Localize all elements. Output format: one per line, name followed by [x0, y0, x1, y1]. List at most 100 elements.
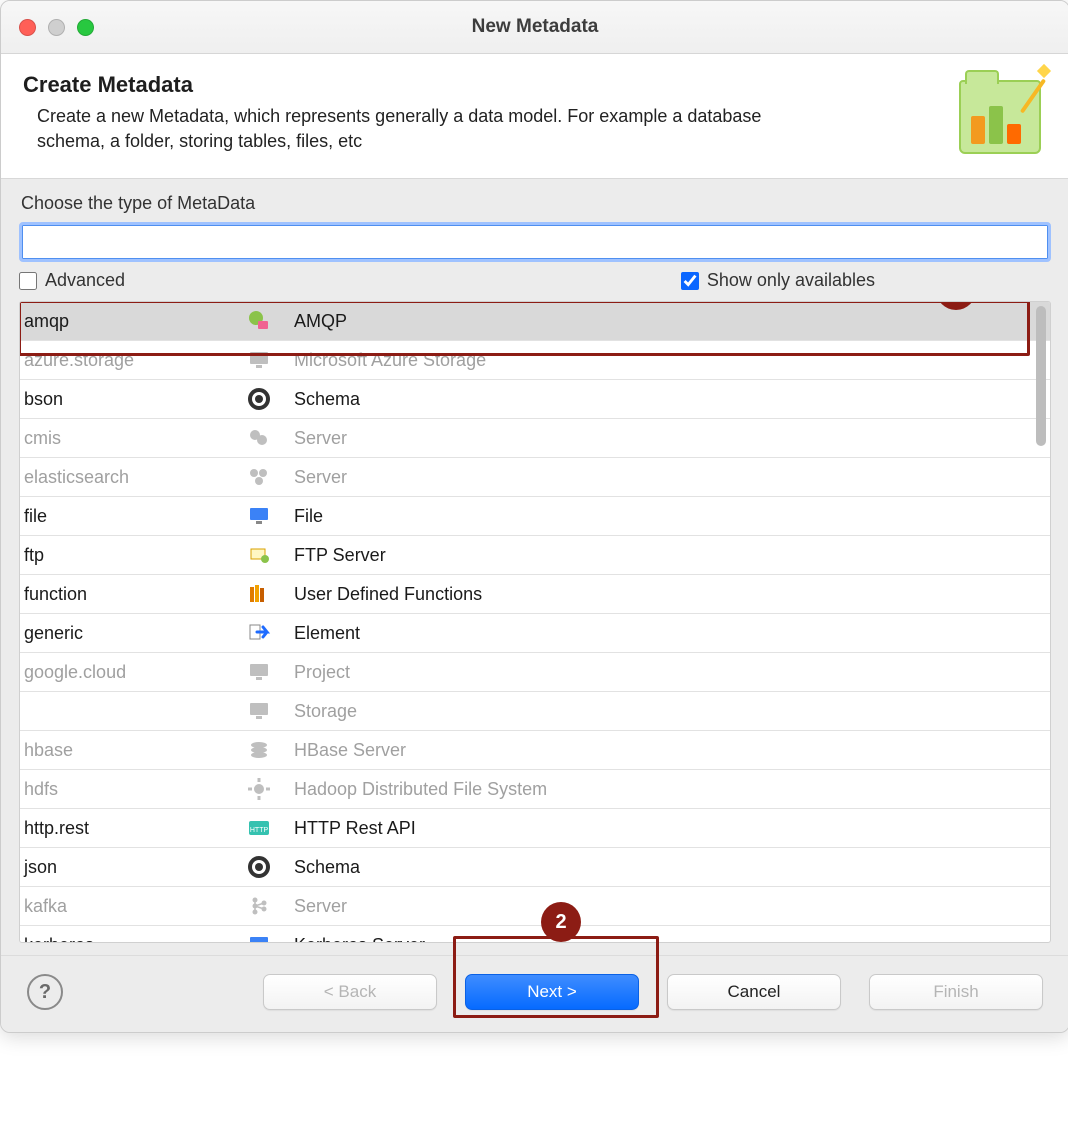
list-item-label: Server	[294, 896, 1050, 917]
back-button[interactable]: < Back	[263, 974, 437, 1010]
kafka-icon	[246, 893, 272, 919]
list-item-label: File	[294, 506, 1050, 527]
dialog-footer: ? < Back 2 Next > Cancel Finish	[1, 955, 1068, 1032]
list-item-id: kafka	[24, 896, 224, 917]
list-item[interactable]: function User Defined Functions	[20, 575, 1050, 614]
list-item-label: Project	[294, 662, 1050, 683]
window-controls	[19, 19, 94, 36]
list-item-label: Kerberos Server	[294, 935, 1050, 943]
list-item-label: FTP Server	[294, 545, 1050, 566]
list-item[interactable]: jsonSchema	[20, 848, 1050, 887]
advanced-checkbox-input[interactable]	[19, 272, 37, 290]
close-icon[interactable]	[19, 19, 36, 36]
list-item-icon	[224, 464, 294, 490]
monitor-icon	[246, 659, 272, 685]
list-item[interactable]: amqpAMQP	[20, 302, 1050, 341]
list-item-id: file	[24, 506, 224, 527]
list-item-icon: HTTP	[224, 815, 294, 841]
list-item-label: HTTP Rest API	[294, 818, 1050, 839]
ftp-icon	[246, 542, 272, 568]
list-item[interactable]: hdfs Hadoop Distributed File System	[20, 770, 1050, 809]
list-item-icon	[224, 503, 294, 529]
list-item-id: amqp	[24, 311, 224, 332]
list-item-id: azure.storage	[24, 350, 224, 371]
list-item-label: Server	[294, 467, 1050, 488]
next-button[interactable]: Next >	[465, 974, 639, 1010]
show-only-checkbox-label: Show only availables	[707, 270, 875, 291]
header-text: Create Metadata Create a new Metadata, w…	[23, 72, 947, 154]
list-item-label: Element	[294, 623, 1050, 644]
list-item[interactable]: cmis Server	[20, 419, 1050, 458]
list-item[interactable]: bsonSchema	[20, 380, 1050, 419]
gear-icon	[246, 776, 272, 802]
show-only-checkbox[interactable]: Show only availables	[681, 270, 875, 291]
list-rows[interactable]: amqpAMQP azure.storage Microsoft Azure Sto…	[20, 302, 1050, 942]
list-item-label: Hadoop Distributed File System	[294, 779, 1050, 800]
list-item[interactable]: kerberos Kerberos Server	[20, 926, 1050, 942]
annotation-badge-2: 2	[541, 902, 581, 942]
monitor-blue-icon	[246, 503, 272, 529]
list-item-id: cmis	[24, 428, 224, 449]
scrollbar[interactable]	[1034, 304, 1048, 940]
list-item-id: hdfs	[24, 779, 224, 800]
show-only-checkbox-input[interactable]	[681, 272, 699, 290]
list-item-icon	[224, 932, 294, 942]
list-item-label: HBase Server	[294, 740, 1050, 761]
list-item-label: Microsoft Azure Storage	[294, 350, 1050, 371]
list-item[interactable]: hbaseHBase Server	[20, 731, 1050, 770]
cluster-icon	[246, 464, 272, 490]
blobs-icon	[246, 425, 272, 451]
list-item-icon	[224, 542, 294, 568]
list-item[interactable]: generic Element	[20, 614, 1050, 653]
advanced-checkbox[interactable]: Advanced	[19, 270, 125, 291]
list-item[interactable]: elasticsearch Server	[20, 458, 1050, 497]
list-item[interactable]: google.cloud Project	[20, 653, 1050, 692]
list-item-label: User Defined Functions	[294, 584, 1050, 605]
list-item-id: http.rest	[24, 818, 224, 839]
list-item[interactable]: http.rest HTTP HTTP Rest API	[20, 809, 1050, 848]
scrollbar-thumb[interactable]	[1036, 306, 1046, 446]
list-item-icon	[224, 347, 294, 373]
books-icon	[246, 581, 272, 607]
list-item-icon	[224, 737, 294, 763]
help-icon[interactable]: ?	[27, 974, 63, 1010]
list-item-icon	[224, 308, 294, 334]
titlebar: New Metadata	[1, 1, 1068, 54]
swirl-icon	[246, 386, 272, 412]
list-item-id: generic	[24, 623, 224, 644]
dialog-window: New Metadata Create Metadata Create a ne…	[0, 0, 1068, 1033]
swirl-icon	[246, 854, 272, 880]
arrow-doc-icon	[246, 620, 272, 646]
list-item[interactable]: file File	[20, 497, 1050, 536]
list-item-icon	[224, 386, 294, 412]
dialog-body: Choose the type of MetaData Advanced Sho…	[1, 179, 1068, 955]
list-item-label: Storage	[294, 701, 1050, 722]
list-item-id: json	[24, 857, 224, 878]
cancel-button[interactable]: Cancel	[667, 974, 841, 1010]
list-item-id: google.cloud	[24, 662, 224, 683]
list-item[interactable]: kafka Server	[20, 887, 1050, 926]
list-item[interactable]: azure.storage Microsoft Azure Storage	[20, 341, 1050, 380]
http-icon: HTTP	[246, 815, 272, 841]
list-item-icon	[224, 854, 294, 880]
zoom-icon[interactable]	[77, 19, 94, 36]
page-description: Create a new Metadata, which represents …	[37, 104, 797, 154]
svg-text:HTTP: HTTP	[250, 827, 269, 834]
list-item-icon	[224, 581, 294, 607]
list-item-id: elasticsearch	[24, 467, 224, 488]
list-item[interactable]: ftpFTP Server	[20, 536, 1050, 575]
filter-input[interactable]	[22, 225, 1064, 259]
monitor-blue-icon	[246, 932, 272, 942]
list-item[interactable]: Storage	[20, 692, 1050, 731]
list-item-id: kerberos	[24, 935, 224, 943]
list-item-icon	[224, 893, 294, 919]
list-item-icon	[224, 659, 294, 685]
advanced-checkbox-label: Advanced	[45, 270, 125, 291]
finish-button[interactable]: Finish	[869, 974, 1043, 1010]
metadata-type-list: 1 amqpAMQPazure.storageMicrosoft Azure S…	[19, 301, 1051, 943]
list-item-id: function	[24, 584, 224, 605]
amqp-icon	[246, 308, 272, 334]
minimize-icon[interactable]	[48, 19, 65, 36]
list-item-label: Server	[294, 428, 1050, 449]
list-item-icon	[224, 776, 294, 802]
